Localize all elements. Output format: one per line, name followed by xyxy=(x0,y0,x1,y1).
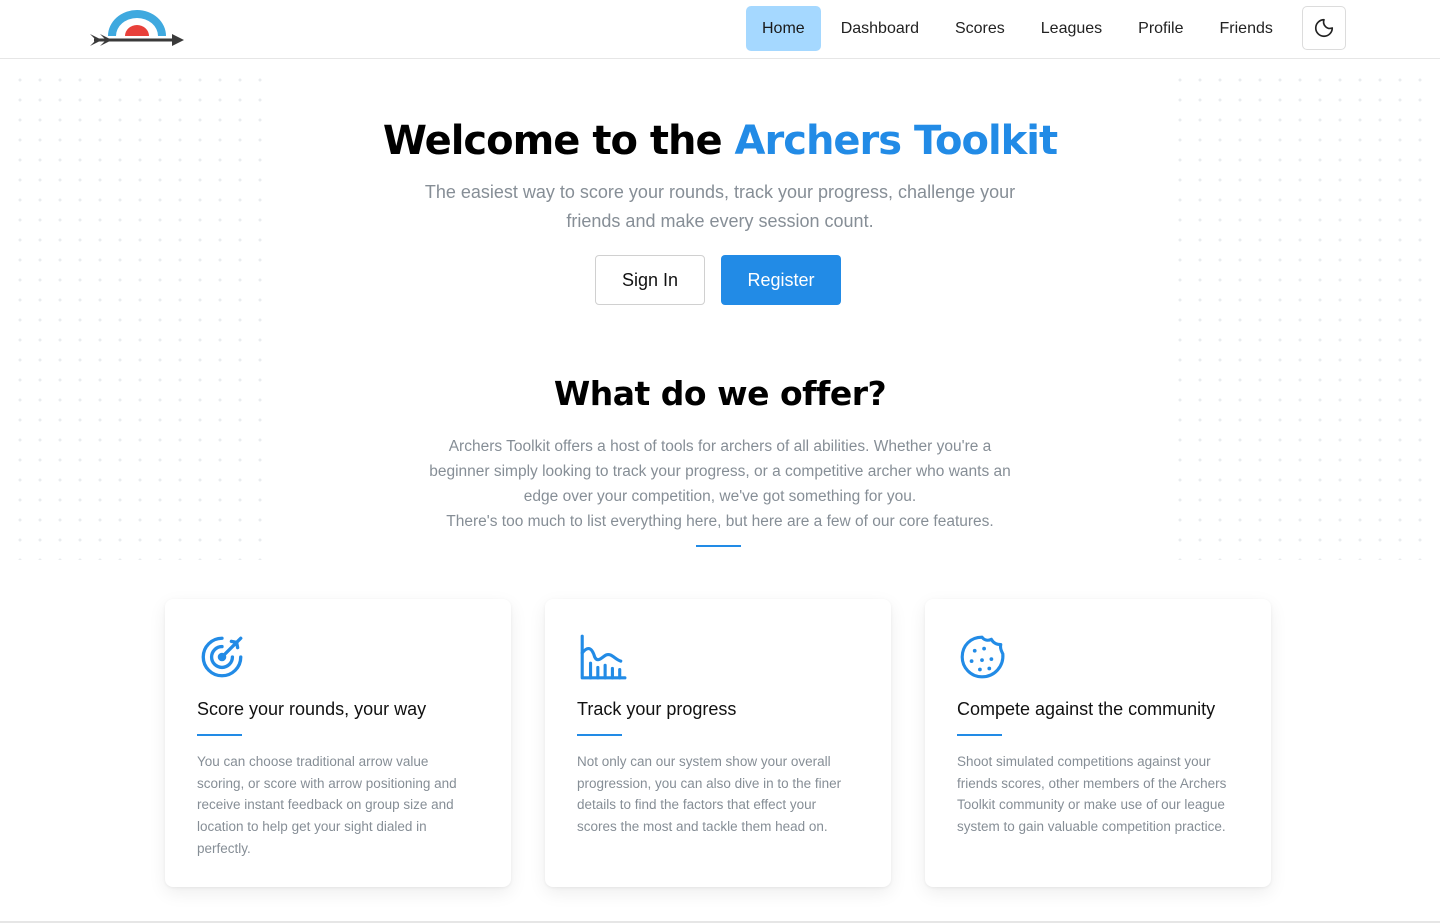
hero-title-prefix: Welcome to the xyxy=(382,118,723,164)
register-button[interactable]: Register xyxy=(721,255,841,305)
feature-divider xyxy=(577,734,622,736)
feature-title: Track your progress xyxy=(577,699,737,719)
feature-description: Shoot simulated competitions against you… xyxy=(957,754,1227,835)
cookie-icon xyxy=(960,635,1005,679)
nav-friends[interactable]: Friends xyxy=(1204,6,1289,51)
feature-title: Score your rounds, your way xyxy=(197,699,427,719)
feature-description: You can choose traditional arrow value s… xyxy=(197,754,457,856)
feature-card-progress: Track your progress Not only can our sys… xyxy=(545,599,891,887)
nav-profile[interactable]: Profile xyxy=(1122,6,1199,51)
offer-description-text: Archers Toolkit offers a host of tools f… xyxy=(429,438,1011,505)
offer-divider xyxy=(696,545,741,547)
hero-title-accent: Archers Toolkit xyxy=(734,118,1059,164)
offer-title: What do we offer? xyxy=(553,374,887,413)
hero-subtitle: The easiest way to score your rounds, tr… xyxy=(424,182,1016,231)
chart-area-line-icon xyxy=(580,634,627,680)
feature-card-score: Score your rounds, your way You can choo… xyxy=(165,599,511,887)
main-nav: Home Dashboard Scores Leagues Profile Fr… xyxy=(746,6,1293,51)
offer-description-line2: There's too much to list everything here… xyxy=(446,513,994,530)
moon-icon xyxy=(1314,18,1334,38)
target-arrow-icon xyxy=(201,636,243,678)
feature-divider xyxy=(957,734,1002,736)
feature-card-compete: Compete against the community Shoot simu… xyxy=(925,599,1271,887)
feature-title: Compete against the community xyxy=(957,699,1216,719)
archery-logo[interactable] xyxy=(88,6,188,52)
nav-home[interactable]: Home xyxy=(746,6,821,51)
nav-scores[interactable]: Scores xyxy=(939,6,1021,51)
offer-description: Archers Toolkit offers a host of tools f… xyxy=(420,434,1020,534)
feature-description: Not only can our system show your overal… xyxy=(577,754,842,835)
feature-divider xyxy=(197,734,242,736)
theme-toggle-button[interactable] xyxy=(1302,6,1346,50)
hero-title: Welcome to the Archers Toolkit xyxy=(0,118,1440,164)
header: Home Dashboard Scores Leagues Profile Fr… xyxy=(0,0,1440,59)
sign-in-button[interactable]: Sign In xyxy=(595,255,705,305)
nav-leagues[interactable]: Leagues xyxy=(1025,6,1118,51)
nav-dashboard[interactable]: Dashboard xyxy=(825,6,935,51)
